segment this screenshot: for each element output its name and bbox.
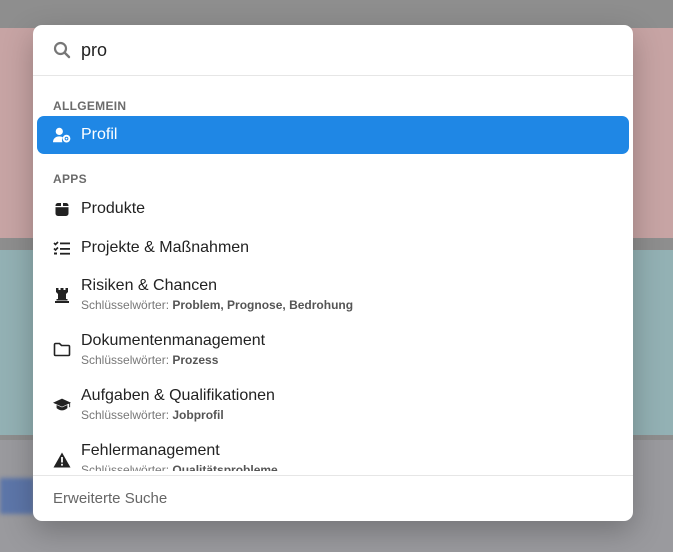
result-item-label: Produkte xyxy=(81,199,146,217)
box-icon xyxy=(53,201,71,217)
section-label-apps: APPS xyxy=(53,172,87,186)
user-gear-icon xyxy=(53,126,71,144)
result-item-profil[interactable]: Profil xyxy=(37,116,629,154)
result-item-keywords: Schlüsselwörter: Problem, Prognose, Bedr… xyxy=(81,298,354,312)
result-item-label: Fehlermanagement xyxy=(81,442,220,459)
search-bar xyxy=(33,25,633,76)
result-item-label: Aufgaben & Qualifikationen xyxy=(81,387,275,404)
list-check-icon xyxy=(53,240,71,256)
result-item-aufgaben[interactable]: Aufgaben & Qualifikationen Schlüsselwört… xyxy=(37,377,629,432)
section-label-allgemein: ALLGEMEIN xyxy=(53,99,127,113)
result-item-risiken[interactable]: Risiken & Chancen Schlüsselwörter: Probl… xyxy=(37,267,629,322)
graduation-cap-icon xyxy=(53,397,71,412)
result-item-label: Projekte & Maßnahmen xyxy=(81,238,250,256)
chess-rook-icon xyxy=(53,287,71,303)
result-item-produkte[interactable]: Produkte xyxy=(37,189,629,228)
search-icon xyxy=(53,41,71,59)
result-item-projekte[interactable]: Projekte & Maßnahmen xyxy=(37,228,629,267)
result-item-label: Risiken & Chancen xyxy=(81,277,218,294)
result-item-label: Profil xyxy=(81,126,118,143)
advanced-search-link[interactable]: Erweiterte Suche xyxy=(33,475,633,521)
results-list: ALLGEMEIN Profil APPS Produkte Projekte … xyxy=(33,76,633,471)
result-item-keywords: Schlüsselwörter: Qualitätsprobleme xyxy=(81,463,278,471)
folder-icon xyxy=(53,342,71,357)
result-item-dokumentenmanagement[interactable]: Dokumentenmanagement Schlüsselwörter: Pr… xyxy=(37,322,629,377)
result-item-keywords: Schlüsselwörter: Prozess xyxy=(81,353,219,367)
result-item-keywords: Schlüsselwörter: Jobprofil xyxy=(81,408,224,422)
command-palette: ALLGEMEIN Profil APPS Produkte Projekte … xyxy=(33,25,633,521)
result-item-label: Dokumentenmanagement xyxy=(81,332,266,349)
result-item-fehlermanagement[interactable]: Fehlermanagement Schlüsselwörter: Qualit… xyxy=(37,432,629,471)
search-input[interactable] xyxy=(81,39,613,61)
warning-icon xyxy=(53,452,71,468)
